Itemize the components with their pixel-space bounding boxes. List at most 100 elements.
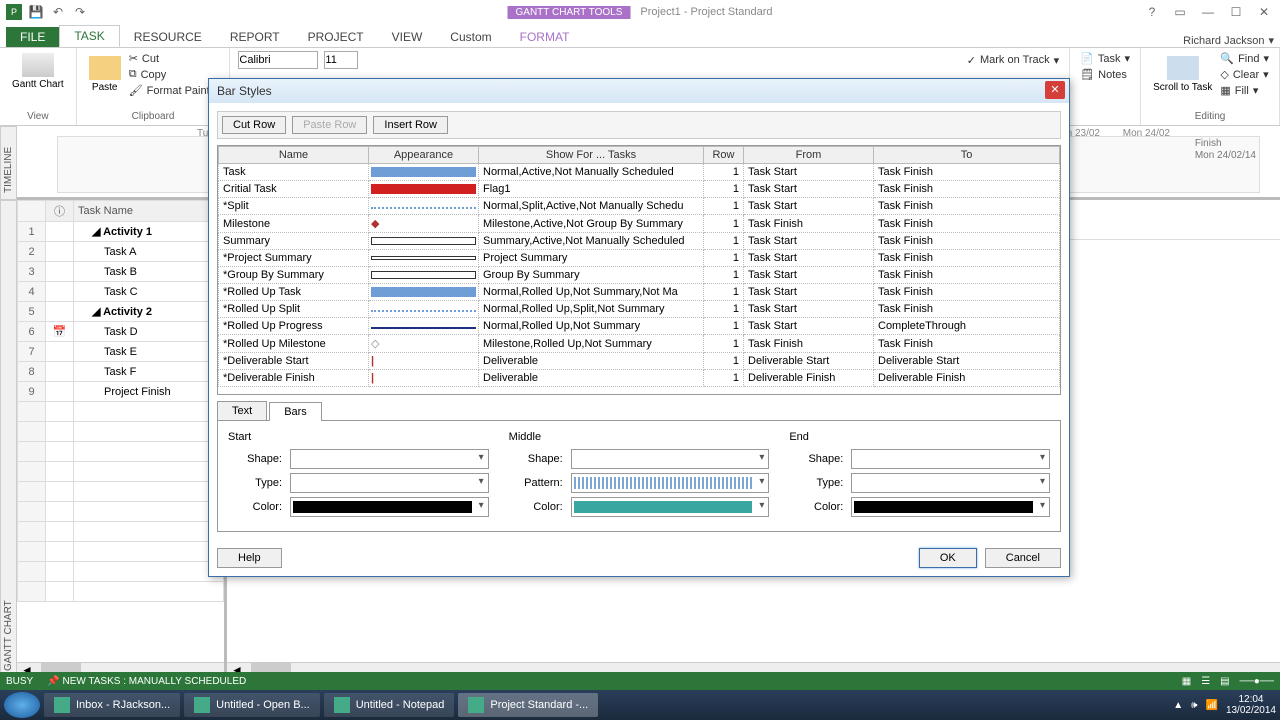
tab-report[interactable]: REPORT xyxy=(216,27,294,47)
maximize-icon[interactable]: ☐ xyxy=(1226,5,1246,19)
notes-button[interactable]: 🗒 Notes xyxy=(1078,67,1132,82)
save-icon[interactable]: 💾 xyxy=(28,4,44,20)
section-end: End xyxy=(789,431,1050,443)
table-row[interactable]: *Project SummaryProject Summary1Task Sta… xyxy=(219,250,1060,267)
undo-icon[interactable]: ↶ xyxy=(50,4,66,20)
bar-styles-grid[interactable]: Name Appearance Show For ... Tasks Row F… xyxy=(217,145,1061,395)
table-row[interactable]: Critial TaskFlag11Task StartTask Finish xyxy=(219,181,1060,198)
project-icon: P xyxy=(6,4,22,20)
redo-icon[interactable]: ↷ xyxy=(72,4,88,20)
dialog-title-bar[interactable]: Bar Styles ✕ xyxy=(209,79,1069,103)
tab-text[interactable]: Text xyxy=(217,401,267,420)
title-bar: P 💾 ↶ ↷ GANTT CHART TOOLS Project1 - Pro… xyxy=(0,0,1280,24)
view-shortcut-icon[interactable]: ☰ xyxy=(1201,676,1210,687)
tab-task[interactable]: TASK xyxy=(59,25,119,47)
zoom-slider[interactable]: ──●── xyxy=(1240,676,1274,687)
mark-on-track-button[interactable]: ✓ Mark on Track ▾ xyxy=(965,53,1061,68)
ok-button[interactable]: OK xyxy=(919,548,977,568)
task-info-button[interactable]: 📄 Task ▾ xyxy=(1078,51,1132,66)
group-clipboard-label: Clipboard xyxy=(85,111,222,122)
fill-button[interactable]: ▦ Fill ▾ xyxy=(1218,83,1271,98)
task-table[interactable]: ⓘ Task Name 1◢ Activity 12Task A3Task B4… xyxy=(17,200,224,602)
table-row[interactable]: 7Task E xyxy=(18,342,224,362)
middle-shape-combo[interactable] xyxy=(571,449,770,469)
timeline-tab[interactable]: TIMELINE xyxy=(0,126,17,200)
table-row[interactable]: 6📅Task D xyxy=(18,322,224,342)
clear-button[interactable]: ◇ Clear ▾ xyxy=(1218,67,1271,82)
tab-view[interactable]: VIEW xyxy=(378,27,437,47)
taskbar-app-button[interactable]: Project Standard -... xyxy=(458,693,598,717)
table-row[interactable]: *Rolled Up Milestone◇Milestone,Rolled Up… xyxy=(219,335,1060,353)
info-column[interactable]: ⓘ xyxy=(46,201,74,222)
start-type-combo[interactable] xyxy=(290,473,489,493)
group-view-label: View xyxy=(8,111,68,122)
find-button[interactable]: 🔍 Find ▾ xyxy=(1218,51,1271,66)
gantt-chart-tab[interactable]: GANTT CHART xyxy=(0,200,17,678)
status-new-tasks[interactable]: 📌 NEW TASKS : MANUALLY SCHEDULED xyxy=(47,676,246,687)
table-row[interactable]: 2Task A xyxy=(18,242,224,262)
font-size-combo[interactable] xyxy=(324,51,358,69)
table-row[interactable]: TaskNormal,Active,Not Manually Scheduled… xyxy=(219,164,1060,181)
minimize-icon[interactable]: — xyxy=(1198,5,1218,19)
view-shortcut-icon[interactable]: ▤ xyxy=(1220,676,1229,687)
ribbon-tabs: FILE TASK RESOURCE REPORT PROJECT VIEW C… xyxy=(0,24,1280,48)
middle-pattern-combo[interactable] xyxy=(571,473,770,493)
table-row[interactable]: *SplitNormal,Split,Active,Not Manually S… xyxy=(219,198,1060,215)
start-button[interactable] xyxy=(4,692,40,718)
table-row[interactable]: 8Task F xyxy=(18,362,224,382)
cancel-button[interactable]: Cancel xyxy=(985,548,1061,568)
gantt-chart-button[interactable]: Gantt Chart xyxy=(8,51,68,92)
table-row[interactable]: *Rolled Up ProgressNormal,Rolled Up,Not … xyxy=(219,318,1060,335)
help-icon[interactable]: ? xyxy=(1142,5,1162,19)
tab-resource[interactable]: RESOURCE xyxy=(120,27,216,47)
end-shape-combo[interactable] xyxy=(851,449,1050,469)
table-row[interactable]: *Rolled Up SplitNormal,Rolled Up,Split,N… xyxy=(219,301,1060,318)
table-row[interactable]: 4Task C xyxy=(18,282,224,302)
cut-button[interactable]: ✂ Cut xyxy=(127,51,222,66)
dialog-close-button[interactable]: ✕ xyxy=(1045,81,1065,99)
tab-format[interactable]: FORMAT xyxy=(506,27,584,47)
view-shortcut-icon[interactable]: ▦ xyxy=(1182,676,1191,687)
font-name-combo[interactable] xyxy=(238,51,318,69)
system-tray[interactable]: ▲🕪📶 12:04 13/02/2014 xyxy=(1173,694,1276,716)
dialog-toolbar: Cut Row Paste Row Insert Row xyxy=(217,111,1061,139)
tab-custom[interactable]: Custom xyxy=(436,27,505,47)
close-window-icon[interactable]: ✕ xyxy=(1254,5,1274,19)
end-type-combo[interactable] xyxy=(851,473,1050,493)
user-label[interactable]: Richard Jackson ▾ xyxy=(1183,34,1274,47)
contextual-tab: GANTT CHART TOOLS xyxy=(508,6,631,19)
tab-file[interactable]: FILE xyxy=(6,27,59,47)
end-color-combo[interactable] xyxy=(851,497,1050,517)
table-row[interactable]: *Group By SummaryGroup By Summary1Task S… xyxy=(219,267,1060,284)
timeline-finish: Finish Mon 24/02/14 xyxy=(1195,138,1256,162)
taskbar-app-button[interactable]: Untitled - Open B... xyxy=(184,693,320,717)
bar-detail-tabs: Text Bars xyxy=(217,401,1061,421)
windows-taskbar: Inbox - RJackson...Untitled - Open B...U… xyxy=(0,690,1280,720)
task-table-pane: ⓘ Task Name 1◢ Activity 12Task A3Task B4… xyxy=(17,200,227,678)
table-row[interactable]: *Deliverable Start|Deliverable1Deliverab… xyxy=(219,353,1060,370)
tab-bars[interactable]: Bars xyxy=(269,402,322,421)
task-name-column[interactable]: Task Name xyxy=(74,201,224,222)
table-row[interactable]: 5◢ Activity 2 xyxy=(18,302,224,322)
table-row[interactable]: 1◢ Activity 1 xyxy=(18,222,224,242)
table-row[interactable]: Milestone◆Milestone,Active,Not Group By … xyxy=(219,215,1060,233)
table-row[interactable]: *Deliverable Finish|Deliverable1Delivera… xyxy=(219,370,1060,387)
group-editing-label: Editing xyxy=(1149,111,1271,122)
help-button[interactable]: Help xyxy=(217,548,282,568)
table-row[interactable]: SummarySummary,Active,Not Manually Sched… xyxy=(219,233,1060,250)
cut-row-button[interactable]: Cut Row xyxy=(222,116,286,134)
taskbar-app-button[interactable]: Untitled - Notepad xyxy=(324,693,455,717)
tab-project[interactable]: PROJECT xyxy=(294,27,378,47)
insert-row-button[interactable]: Insert Row xyxy=(373,116,448,134)
table-row[interactable]: 3Task B xyxy=(18,262,224,282)
ribbon-toggle-icon[interactable]: ▭ xyxy=(1170,5,1190,19)
start-shape-combo[interactable] xyxy=(290,449,489,469)
window-title: Project1 - Project Standard xyxy=(640,6,772,18)
taskbar-app-button[interactable]: Inbox - RJackson... xyxy=(44,693,180,717)
table-row[interactable]: 9Project Finish xyxy=(18,382,224,402)
middle-color-combo[interactable] xyxy=(571,497,770,517)
start-color-combo[interactable] xyxy=(290,497,489,517)
paste-button[interactable]: Paste xyxy=(85,54,125,95)
scroll-to-task-button[interactable]: Scroll to Task xyxy=(1149,54,1216,95)
table-row[interactable]: *Rolled Up TaskNormal,Rolled Up,Not Summ… xyxy=(219,284,1060,301)
